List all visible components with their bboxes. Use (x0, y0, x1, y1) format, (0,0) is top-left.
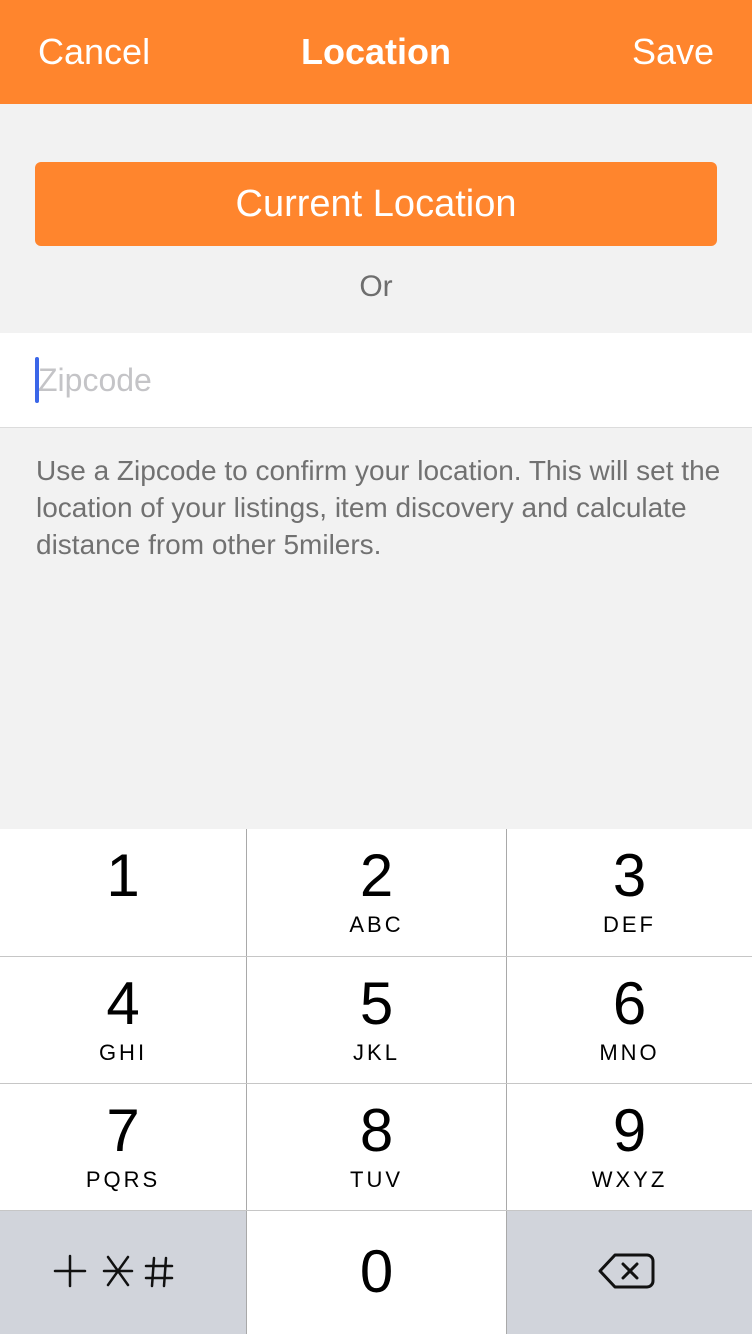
zipcode-input[interactable] (36, 351, 718, 409)
key-digit: 6 (612, 970, 647, 1037)
key-letters: MNO (599, 1040, 660, 1065)
key-1[interactable]: 1 (0, 829, 246, 956)
key-4[interactable]: 4 GHI (0, 957, 246, 1083)
symbols-key[interactable] (0, 1211, 246, 1334)
keypad-divider (0, 1210, 752, 1211)
keypad-divider (0, 1083, 752, 1084)
key-0[interactable]: 0 (247, 1211, 506, 1334)
save-button[interactable]: Save (632, 0, 714, 104)
key-digit: 3 (612, 842, 647, 909)
or-separator-label: Or (359, 270, 393, 303)
keypad-divider (246, 829, 247, 1334)
key-digit: 4 (106, 970, 140, 1037)
key-letters: PQRS (85, 1167, 161, 1192)
text-cursor (35, 357, 39, 403)
key-9[interactable]: 9 WXYZ (507, 1084, 752, 1210)
cancel-button[interactable]: Cancel (38, 0, 150, 104)
key-letters: WXYZ (591, 1167, 668, 1192)
backspace-icon (598, 1253, 655, 1289)
key-letters: TUV (350, 1167, 403, 1192)
keypad-divider (0, 956, 752, 957)
zipcode-field-row (0, 333, 752, 428)
key-digit: 0 (359, 1238, 394, 1305)
key-6[interactable]: 6 MNO (507, 957, 752, 1083)
delete-key[interactable] (507, 1211, 752, 1334)
key-digit: 2 (359, 842, 394, 909)
key-3[interactable]: 3 DEF (507, 829, 752, 956)
key-letters: JKL (353, 1040, 400, 1065)
plus-asterisk-hash-icon (53, 1254, 174, 1288)
key-letters: ABC (349, 912, 404, 937)
key-letters: GHI (98, 1040, 148, 1065)
key-5[interactable]: 5 JKL (247, 957, 506, 1083)
key-digit: 7 (106, 1097, 140, 1164)
key-digit: 8 (359, 1097, 394, 1164)
navigation-bar: Cancel Location Save (0, 0, 752, 104)
key-digit: 5 (359, 970, 394, 1037)
key-8[interactable]: 8 TUV (247, 1084, 506, 1210)
key-digit: 1 (106, 842, 140, 909)
current-location-button[interactable]: Current Location (35, 162, 717, 246)
key-2[interactable]: 2 ABC (247, 829, 506, 956)
numeric-keypad: 1 2 ABC 3 DEF 4 GHI 5 JKL 6 MNO 7 PQRS 8… (0, 829, 752, 1334)
key-7[interactable]: 7 PQRS (0, 1084, 246, 1210)
key-digit: 9 (612, 1097, 647, 1164)
zipcode-help-text: Use a Zipcode to confirm your location. … (36, 455, 721, 560)
keypad-divider (506, 829, 507, 1334)
key-letters: DEF (603, 912, 656, 937)
